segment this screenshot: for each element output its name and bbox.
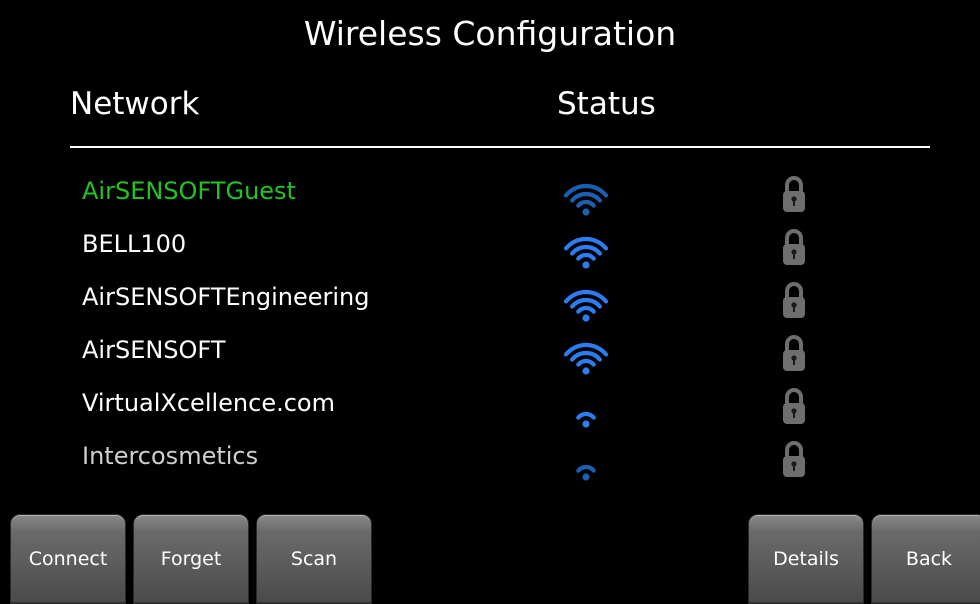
wifi-signal-icon (563, 236, 609, 269)
wifi-signal-icon (563, 183, 609, 216)
scan-button[interactable]: Scan (256, 514, 372, 604)
forget-button[interactable]: Forget (133, 514, 249, 604)
lock-icon (783, 335, 805, 371)
network-row[interactable]: BELL100 (0, 221, 980, 274)
wifi-signal-icon (576, 411, 596, 428)
lock-icon (783, 176, 805, 212)
network-row[interactable]: Intercosmetics (0, 433, 980, 486)
network-row[interactable]: VirtualXcellence.com (0, 380, 980, 433)
lock-icon (783, 441, 805, 477)
details-button[interactable]: Details (748, 514, 864, 604)
network-name: AirSENSOFTEngineering (82, 283, 370, 311)
status-column-header: Status (557, 86, 656, 122)
network-name: Intercosmetics (82, 442, 259, 470)
network-column-header: Network (70, 86, 200, 122)
bottom-toolbar: Connect Forget Scan Details Back (0, 514, 980, 604)
wifi-signal-icon (576, 464, 596, 481)
network-row[interactable]: AirSENSOFTGuest (0, 168, 980, 221)
wifi-signal-icon (563, 342, 609, 375)
connect-button[interactable]: Connect (10, 514, 126, 604)
network-name: AirSENSOFTGuest (82, 177, 296, 205)
lock-icon (783, 388, 805, 424)
page-title: Wireless Configuration (303, 14, 677, 53)
back-button[interactable]: Back (871, 514, 980, 604)
network-row[interactable]: AirSENSOFT (0, 327, 980, 380)
network-row[interactable]: AirSENSOFTEngineering (0, 274, 980, 327)
lock-icon (783, 282, 805, 318)
network-name: VirtualXcellence.com (82, 389, 335, 417)
wifi-signal-icon (563, 289, 609, 322)
network-list: AirSENSOFTGuest BELL100 AirSENSOFTEngine… (0, 168, 980, 486)
network-name: AirSENSOFT (82, 336, 226, 364)
lock-icon (783, 229, 805, 265)
header-divider (70, 146, 930, 148)
network-name: BELL100 (82, 230, 187, 258)
